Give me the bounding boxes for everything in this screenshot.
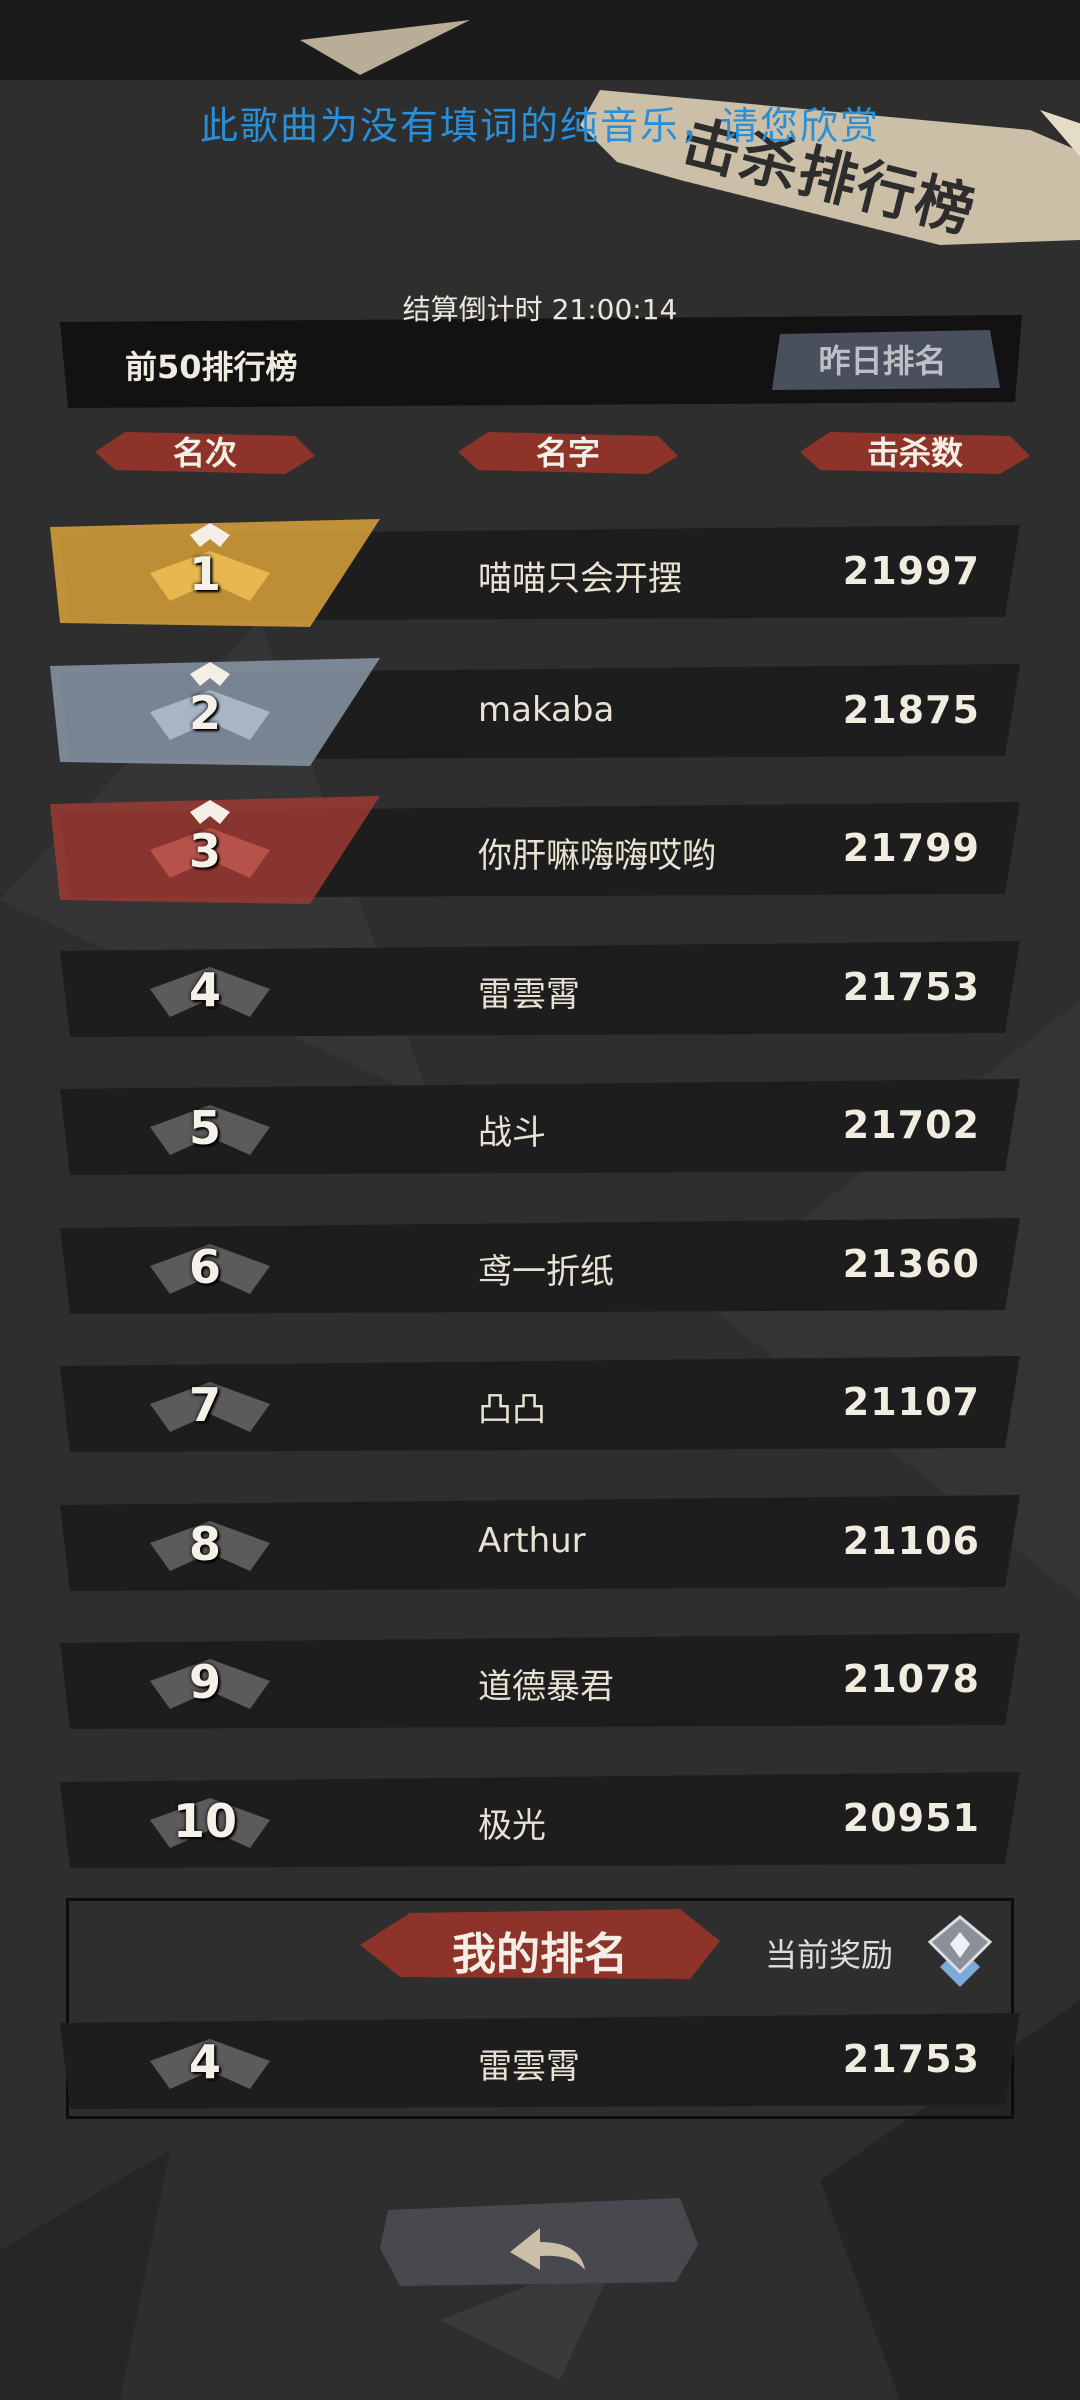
column-header-rank-label: 名次 — [172, 434, 237, 472]
back-button[interactable] — [380, 2190, 700, 2290]
table-row[interactable]: 2 makaba 21875 — [50, 656, 1030, 768]
rank-number: 10 — [172, 1793, 237, 1848]
player-name: Arthur — [478, 1520, 586, 1561]
table-row[interactable]: 1 喵喵只会开摆 21997 — [50, 517, 1030, 629]
rank-number: 9 — [188, 1655, 221, 1709]
table-row[interactable]: 8 Arthur 21106 — [50, 1487, 1030, 1599]
rank-number: 4 — [188, 962, 221, 1017]
kill-count: 21360 — [842, 1241, 980, 1286]
player-name: 雷雲霄 — [478, 974, 580, 1015]
back-button-shape — [380, 2198, 698, 2286]
kill-count: 20951 — [842, 1795, 980, 1840]
medal-icon[interactable] — [915, 1912, 1005, 1992]
player-name: 极光 — [478, 1805, 546, 1846]
rank-number: 1 — [188, 547, 221, 601]
column-header-name-label: 名字 — [535, 434, 600, 472]
my-rank-kills: 21753 — [842, 2037, 980, 2081]
column-header-kills: 击杀数 — [800, 428, 1030, 474]
column-header-kills-label: 击杀数 — [866, 434, 963, 472]
kill-count: 21107 — [842, 1380, 980, 1424]
table-row[interactable]: 9 道德暴君 21078 — [50, 1625, 1030, 1737]
current-reward-label: 当前奖励 — [765, 1936, 894, 1974]
kill-count: 21799 — [842, 826, 980, 870]
table-row[interactable]: 5 战斗 21702 — [50, 1071, 1030, 1183]
player-name: 你肝嘛嗨嗨哎哟 — [478, 836, 716, 876]
player-name: makaba — [478, 689, 615, 730]
kill-count: 21078 — [842, 1657, 980, 1701]
kill-count: 21702 — [842, 1103, 980, 1147]
table-row[interactable]: 6 鸢一折纸 21360 — [50, 1210, 1030, 1322]
kill-count: 21106 — [842, 1518, 980, 1563]
tab-yesterday-rank[interactable]: 昨日排名 — [780, 335, 985, 387]
table-row[interactable]: 4 雷雲霄 21753 — [50, 933, 1030, 1045]
kill-count: 21997 — [842, 549, 980, 593]
player-name: 道德暴君 — [478, 1667, 614, 1707]
table-row[interactable]: 10 极光 20951 — [50, 1764, 1030, 1876]
player-name: 鸢一折纸 — [478, 1251, 614, 1292]
rank-number: 5 — [188, 1101, 221, 1155]
table-row[interactable]: 3 你肝嘛嗨嗨哎哟 21799 — [50, 794, 1030, 906]
lyric-notice: 此歌曲为没有填词的纯音乐，请您欣赏 — [199, 104, 880, 148]
player-name: 战斗 — [478, 1113, 546, 1153]
tab-top50[interactable]: 前50排行榜 — [125, 342, 298, 388]
rank-number: 3 — [188, 824, 221, 878]
rank-number: 6 — [188, 1239, 221, 1294]
player-name: 凸凸 — [478, 1390, 546, 1430]
kill-count: 21753 — [842, 964, 980, 1009]
rank-number: 2 — [188, 685, 221, 740]
kill-count: 21875 — [842, 687, 980, 732]
rank-number: 7 — [188, 1378, 221, 1432]
player-name: 喵喵只会开摆 — [478, 559, 682, 599]
column-header-name: 名字 — [458, 428, 678, 474]
my-rank-number: 4 — [188, 2035, 221, 2089]
top-bar — [0, 0, 1080, 80]
my-rank-row: 4 雷雲霄 21753 — [50, 2005, 1030, 2117]
my-rank-name: 雷雲霄 — [478, 2047, 580, 2087]
table-row[interactable]: 7 凸凸 21107 — [50, 1348, 1030, 1460]
settlement-countdown: 结算倒计时 21:00:14 — [402, 293, 678, 326]
column-header-rank: 名次 — [95, 428, 315, 474]
rank-number: 8 — [188, 1516, 221, 1571]
